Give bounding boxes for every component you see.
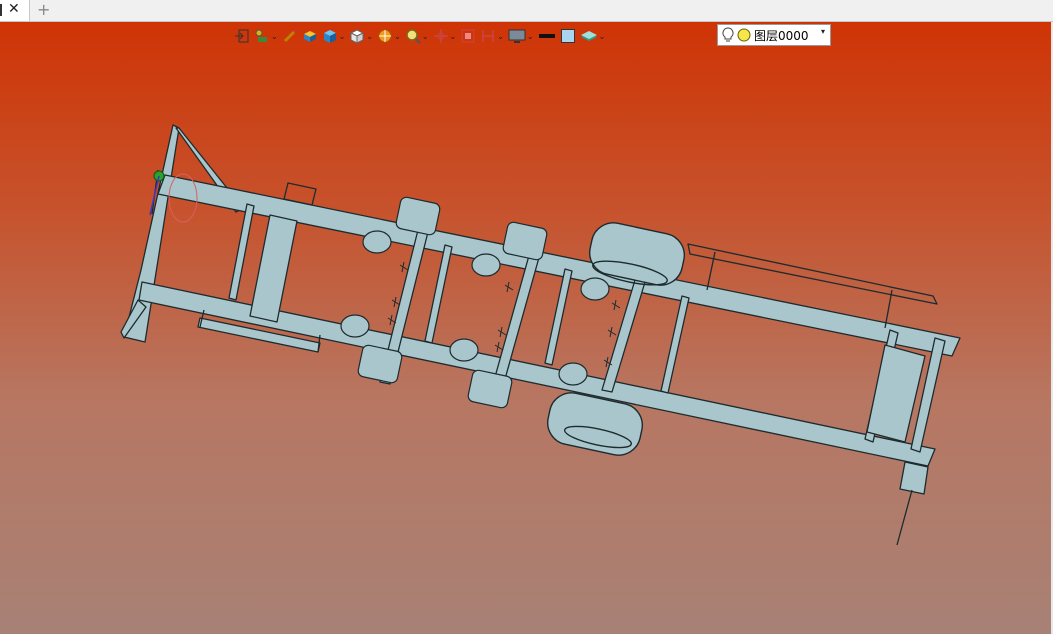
line-color-button[interactable] [538, 26, 556, 46]
add-tab-icon[interactable]: + [37, 0, 50, 19]
pen-button[interactable] [282, 26, 298, 46]
layer-stack-icon [580, 31, 597, 41]
sketch-icon [255, 29, 267, 42]
cube-icon [323, 30, 336, 43]
zoom-button[interactable]: ⌄ [405, 26, 429, 46]
pan-button[interactable]: ⌄ [433, 26, 457, 46]
line-color-icon [538, 34, 555, 38]
chevron-down-icon: ⌄ [421, 31, 429, 41]
layer-lamp-icon[interactable] [737, 28, 751, 42]
display-button[interactable]: ⌄ [508, 26, 534, 46]
view-cube-icon [350, 29, 365, 44]
sketch-button[interactable]: ⌄ [254, 26, 278, 46]
close-icon[interactable]: ✕ [8, 1, 20, 17]
exit-icon [235, 29, 249, 43]
fit-icon [461, 29, 475, 43]
tab-bar: ✕ + [0, 0, 1053, 22]
render-button[interactable]: ⌄ [377, 26, 401, 46]
view-toolbar: ⌄ ⌄ ⌄ ⌄ ⌄ ⌄ ⌄ ⌄ ⌄ [234, 25, 609, 47]
chevron-down-icon: ⌄ [394, 31, 401, 41]
zoom-icon [406, 29, 421, 44]
chevron-down-icon: ⌄ [338, 31, 346, 41]
section-button[interactable]: ⌄ [480, 26, 504, 46]
box-icon [303, 31, 316, 42]
chevron-down-icon: ⌄ [366, 31, 374, 41]
exit-button[interactable] [234, 26, 250, 46]
display-icon [508, 29, 526, 43]
layer-name: 图层0000 [754, 28, 809, 43]
lightbulb-icon[interactable] [722, 27, 734, 43]
fit-button[interactable] [460, 26, 476, 46]
pen-icon [283, 28, 297, 43]
view-cube-button[interactable]: ⌄ [349, 26, 373, 46]
fill-button[interactable] [560, 26, 576, 46]
chevron-down-icon: ⌄ [497, 31, 504, 41]
layer-stack-button[interactable]: ⌄ [580, 26, 606, 46]
chevron-down-icon[interactable]: ▾ [821, 27, 825, 36]
chevron-down-icon: ⌄ [449, 31, 457, 41]
document-tab[interactable]: ✕ [0, 0, 30, 21]
pan-icon [433, 29, 448, 43]
fill-icon [560, 29, 575, 43]
tab-edge [0, 4, 2, 16]
box-button[interactable] [302, 26, 318, 46]
chevron-down-icon: ⌄ [526, 31, 534, 41]
chassis-model[interactable] [0, 22, 1053, 634]
render-icon [378, 29, 392, 43]
layer-select[interactable]: 图层0000 ▾ [717, 24, 831, 46]
chevron-down-icon: ⌄ [598, 31, 606, 41]
chevron-down-icon: ⌄ [271, 31, 278, 41]
cube-button[interactable]: ⌄ [322, 26, 346, 46]
section-icon [482, 30, 494, 42]
3d-viewport[interactable] [0, 22, 1053, 634]
